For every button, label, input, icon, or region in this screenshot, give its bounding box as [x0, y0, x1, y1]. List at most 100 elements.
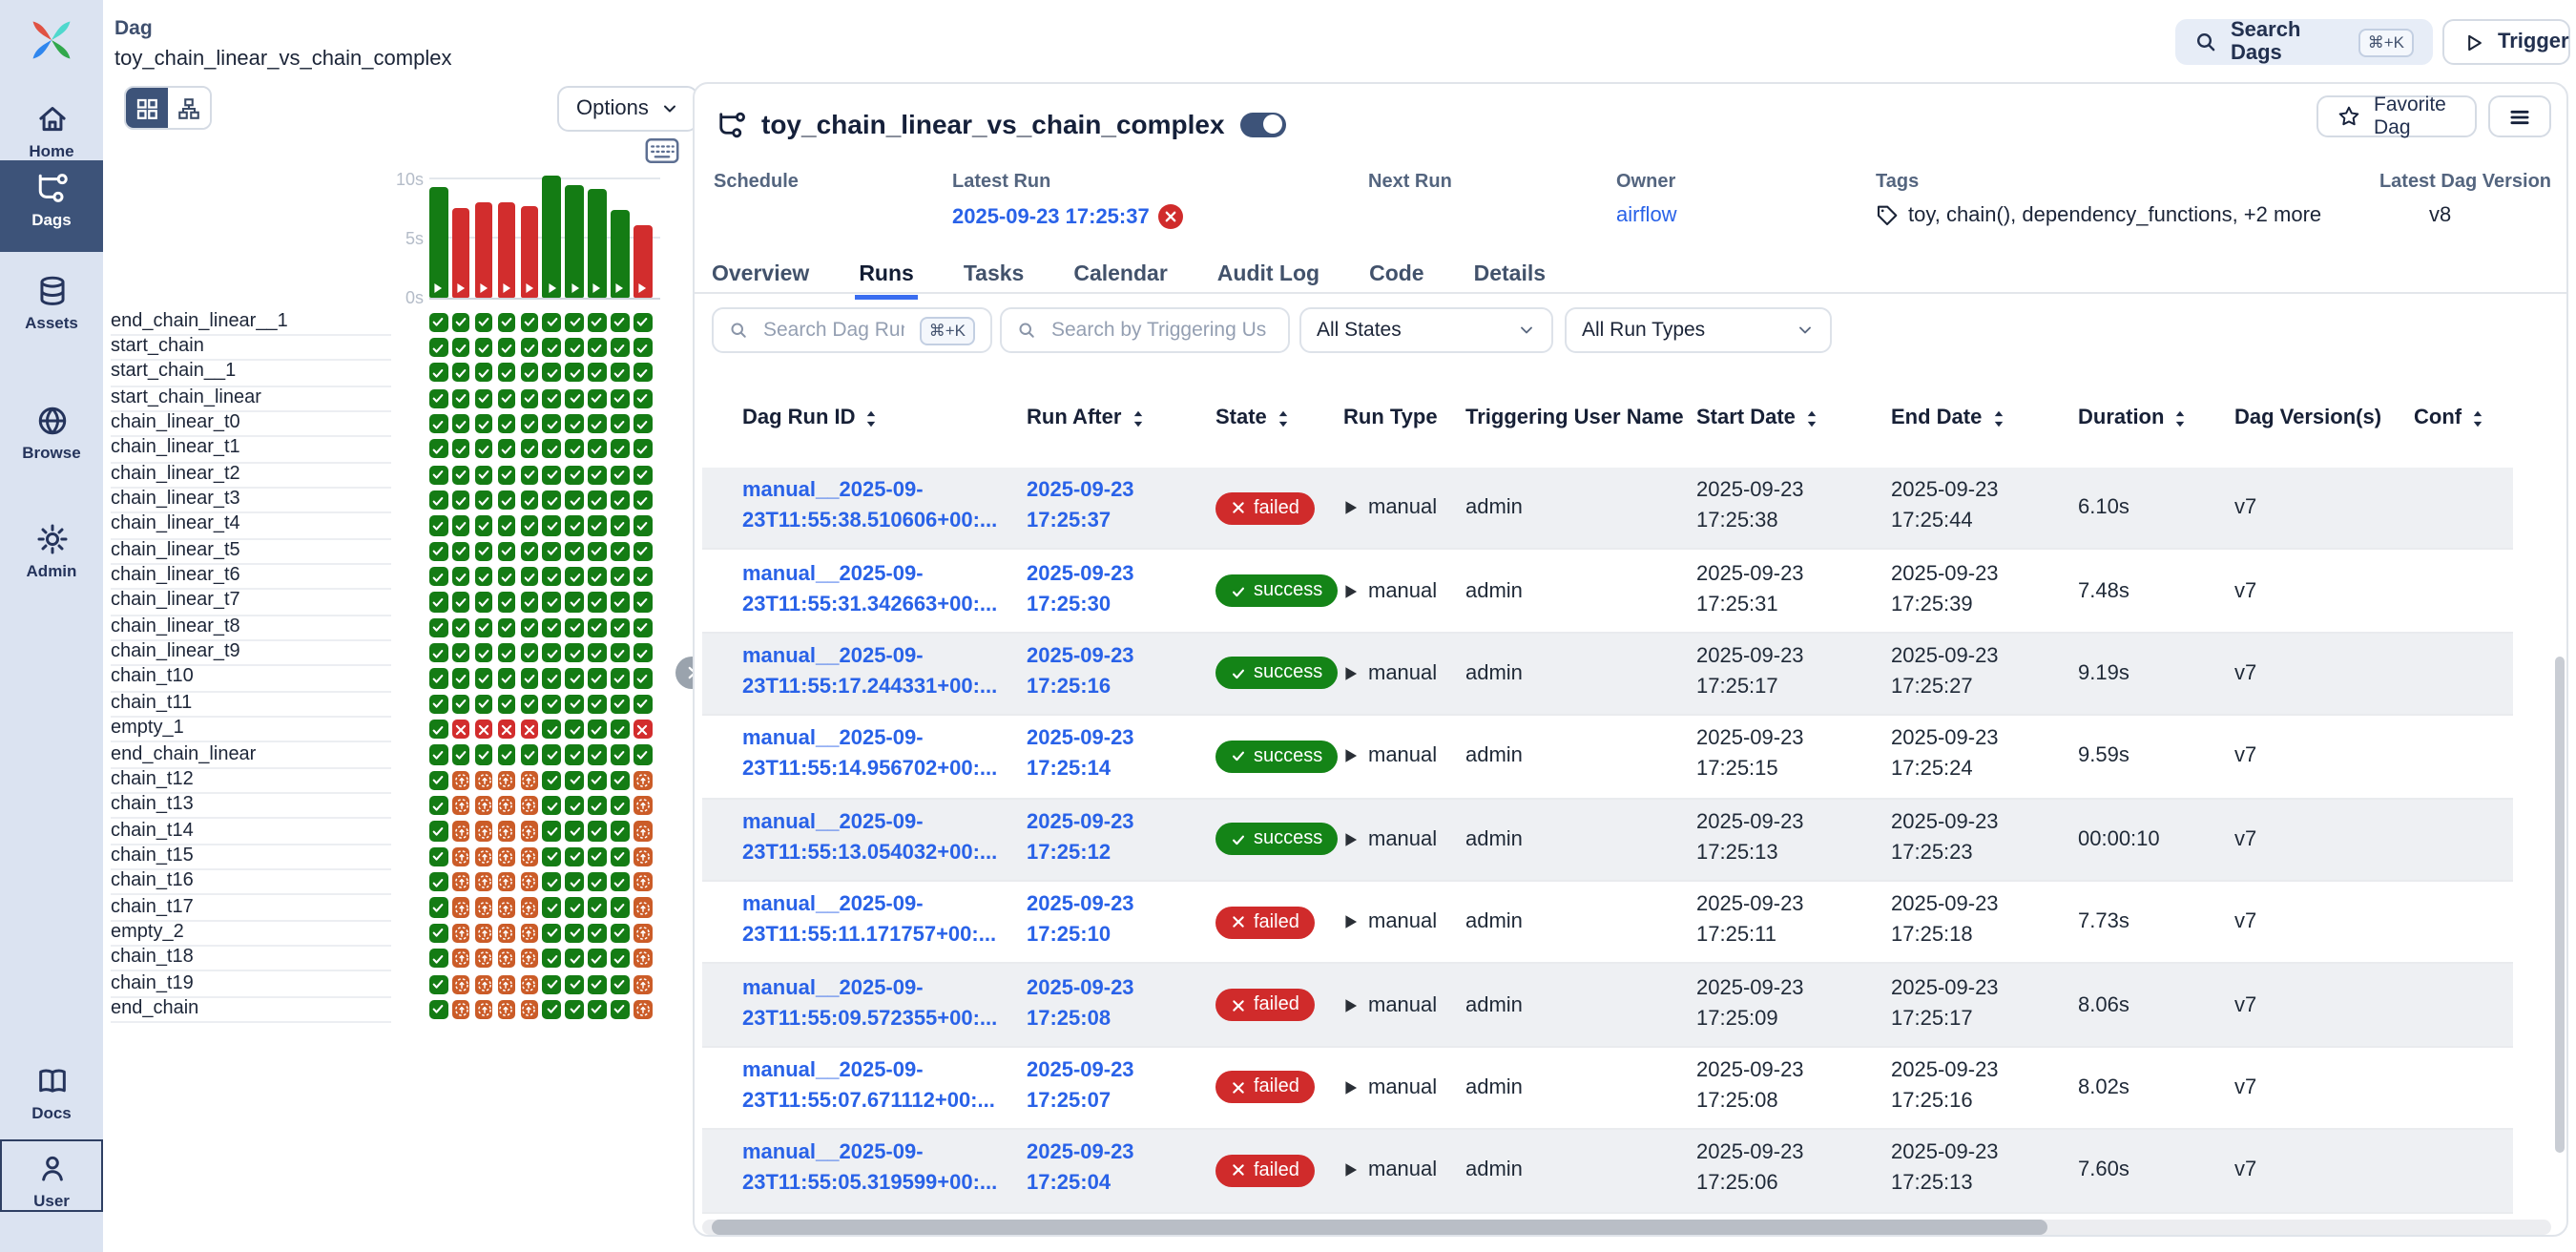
task-name[interactable]: chain_t19	[111, 970, 391, 998]
task-instance-success[interactable]	[566, 822, 584, 841]
task-instance-upstream_failed[interactable]	[520, 771, 538, 790]
dag-run-id-link[interactable]: manual__2025-09-23T11:55:09.572355+00:..…	[742, 974, 1004, 1035]
task-instance-success[interactable]	[475, 312, 493, 331]
task-name[interactable]: end_chain_linear__1	[111, 308, 391, 336]
run-after-link[interactable]: 2025-09-23 17:25:12	[1027, 809, 1170, 870]
task-instance-success[interactable]	[429, 643, 447, 662]
task-instance-failed[interactable]	[452, 720, 470, 739]
task-instance-success[interactable]	[497, 312, 515, 331]
task-name[interactable]: start_chain_linear	[111, 385, 391, 412]
task-instance-success[interactable]	[566, 364, 584, 383]
task-instance-success[interactable]	[497, 516, 515, 535]
task-instance-success[interactable]	[497, 364, 515, 383]
task-instance-success[interactable]	[520, 465, 538, 484]
task-instance-success[interactable]	[588, 312, 606, 331]
task-instance-success[interactable]	[543, 796, 561, 815]
task-instance-success[interactable]	[429, 771, 447, 790]
task-instance-success[interactable]	[520, 312, 538, 331]
task-instance-success[interactable]	[543, 465, 561, 484]
search-dags-button[interactable]: Search Dags ⌘+K	[2175, 19, 2433, 65]
task-instance-success[interactable]	[611, 974, 629, 993]
task-instance-success[interactable]	[588, 593, 606, 612]
task-instance-success[interactable]	[497, 541, 515, 560]
dag-run-id-link[interactable]: manual__2025-09-23T11:55:05.319599+00:..…	[742, 1140, 1004, 1201]
task-name[interactable]: chain_linear_t9	[111, 639, 391, 667]
search-triggering-user-field[interactable]	[1048, 317, 1273, 344]
dag-run-row[interactable]: manual__2025-09-23T11:55:09.572355+00:..…	[702, 965, 2513, 1048]
task-instance-success[interactable]	[543, 593, 561, 612]
task-instance-success[interactable]	[611, 720, 629, 739]
task-name[interactable]: chain_t18	[111, 945, 391, 972]
task-instance-upstream_failed[interactable]	[497, 771, 515, 790]
task-instance-success[interactable]	[429, 669, 447, 688]
task-instance-success[interactable]	[475, 364, 493, 383]
task-instance-upstream_failed[interactable]	[634, 771, 652, 790]
task-name[interactable]: chain_t16	[111, 868, 391, 896]
task-instance-success[interactable]	[497, 643, 515, 662]
task-instance-upstream_failed[interactable]	[520, 822, 538, 841]
task-instance-success[interactable]	[429, 440, 447, 459]
column-header-end-date[interactable]: End Date	[1891, 399, 2070, 437]
task-instance-success[interactable]	[543, 643, 561, 662]
task-instance-success[interactable]	[588, 643, 606, 662]
task-instance-success[interactable]	[588, 567, 606, 586]
task-instance-success[interactable]	[520, 745, 538, 764]
task-instance-upstream_failed[interactable]	[634, 924, 652, 943]
task-instance-success[interactable]	[475, 490, 493, 510]
task-instance-success[interactable]	[566, 312, 584, 331]
task-instance-success[interactable]	[452, 643, 470, 662]
task-instance-success[interactable]	[566, 490, 584, 510]
task-instance-upstream_failed[interactable]	[520, 847, 538, 866]
options-dropdown[interactable]: Options	[557, 86, 698, 132]
task-instance-success[interactable]	[520, 617, 538, 636]
task-instance-success[interactable]	[497, 414, 515, 433]
task-instance-success[interactable]	[520, 338, 538, 357]
task-instance-success[interactable]	[452, 669, 470, 688]
task-instance-upstream_failed[interactable]	[520, 796, 538, 815]
task-instance-success[interactable]	[588, 490, 606, 510]
task-instance-upstream_failed[interactable]	[452, 974, 470, 993]
task-instance-upstream_failed[interactable]	[452, 847, 470, 866]
run-after-link[interactable]: 2025-09-23 17:25:10	[1027, 892, 1170, 953]
task-instance-upstream_failed[interactable]	[634, 974, 652, 993]
task-instance-success[interactable]	[429, 414, 447, 433]
task-instance-success[interactable]	[588, 924, 606, 943]
task-instance-success[interactable]	[634, 465, 652, 484]
task-instance-success[interactable]	[566, 796, 584, 815]
task-instance-success[interactable]	[611, 364, 629, 383]
task-instance-success[interactable]	[611, 694, 629, 713]
task-instance-success[interactable]	[588, 745, 606, 764]
task-instance-success[interactable]	[543, 974, 561, 993]
task-instance-success[interactable]	[611, 643, 629, 662]
task-name[interactable]: chain_linear_t4	[111, 512, 391, 540]
task-instance-success[interactable]	[543, 490, 561, 510]
task-instance-success[interactable]	[566, 745, 584, 764]
owner-link[interactable]: airflow	[1616, 204, 1677, 227]
task-instance-success[interactable]	[611, 898, 629, 917]
task-instance-upstream_failed[interactable]	[475, 771, 493, 790]
dag-run-id-link[interactable]: manual__2025-09-23T11:55:17.244331+00:..…	[742, 643, 1004, 704]
run-after-link[interactable]: 2025-09-23 17:25:14	[1027, 726, 1170, 787]
task-instance-upstream_failed[interactable]	[497, 872, 515, 891]
task-instance-failed[interactable]	[497, 720, 515, 739]
task-instance-success[interactable]	[429, 949, 447, 968]
latest-run-link[interactable]: 2025-09-23 17:25:37	[952, 205, 1150, 228]
dag-run-id-link[interactable]: manual__2025-09-23T11:55:31.342663+00:..…	[742, 560, 1004, 621]
run-duration-bar[interactable]	[634, 225, 652, 298]
task-instance-success[interactable]	[520, 567, 538, 586]
task-name[interactable]: end_chain	[111, 996, 391, 1024]
task-instance-success[interactable]	[543, 872, 561, 891]
task-name[interactable]: start_chain	[111, 334, 391, 362]
task-instance-success[interactable]	[611, 516, 629, 535]
task-instance-upstream_failed[interactable]	[634, 847, 652, 866]
task-instance-upstream_failed[interactable]	[452, 771, 470, 790]
task-instance-success[interactable]	[588, 669, 606, 688]
task-instance-success[interactable]	[429, 593, 447, 612]
task-instance-success[interactable]	[611, 414, 629, 433]
task-instance-success[interactable]	[611, 541, 629, 560]
task-instance-success[interactable]	[588, 617, 606, 636]
task-instance-success[interactable]	[588, 440, 606, 459]
column-header-dag-run-id[interactable]: Dag Run ID	[742, 399, 1019, 437]
run-after-link[interactable]: 2025-09-23 17:25:16	[1027, 643, 1170, 704]
task-instance-success[interactable]	[543, 745, 561, 764]
